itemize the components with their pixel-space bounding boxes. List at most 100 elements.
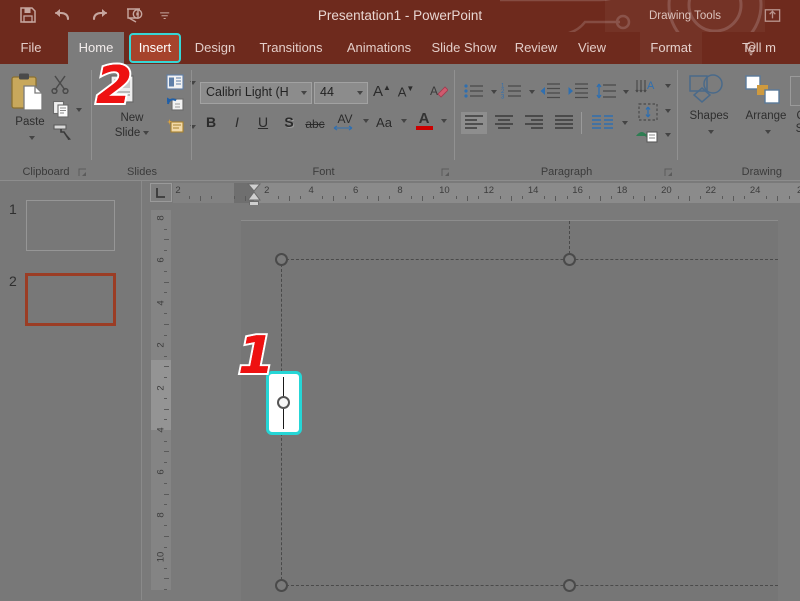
font-color-button[interactable]: A — [414, 110, 434, 130]
underline-button[interactable]: U — [254, 114, 272, 130]
tab-review[interactable]: Review — [508, 32, 564, 64]
columns-chevron-down-icon[interactable] — [622, 121, 628, 125]
align-text-chevron-down-icon[interactable] — [665, 109, 671, 113]
slide-thumbnail-pane[interactable]: 1 2 — [0, 181, 141, 600]
copy-icon[interactable] — [52, 100, 70, 118]
strikethrough-button[interactable]: abc — [302, 117, 328, 131]
ribbon-group-paragraph: 1 2 3 A — [455, 64, 678, 180]
bullets-chevron-down-icon[interactable] — [491, 90, 497, 94]
ruler-number: 8 — [156, 512, 167, 517]
paste-icon[interactable] — [10, 72, 44, 114]
new-slide-button[interactable]: New Slide — [100, 112, 164, 140]
pane-divider[interactable] — [141, 181, 142, 600]
change-case-button[interactable]: Aa — [372, 115, 396, 130]
bold-button[interactable]: B — [202, 114, 220, 130]
horizontal-ruler[interactable]: 2246810121416182022242 — [173, 183, 800, 203]
text-direction-icon[interactable]: A — [635, 78, 659, 98]
ruler-tick — [189, 196, 190, 199]
tab-file[interactable]: File — [10, 32, 52, 64]
placeholder-handle-top-left[interactable] — [275, 253, 288, 266]
cut-icon[interactable] — [50, 74, 70, 94]
convert-smartart-icon[interactable] — [635, 126, 659, 146]
grow-font-button[interactable]: A▲ — [372, 83, 392, 100]
format-painter-icon[interactable] — [52, 122, 72, 140]
ruler-tick — [164, 398, 167, 399]
chevron-down-icon[interactable] — [29, 136, 35, 140]
slide-surface[interactable] — [241, 220, 778, 601]
ruler-number: 6 — [156, 470, 167, 475]
change-case-chevron-down-icon[interactable] — [401, 119, 407, 123]
align-left-button[interactable] — [461, 112, 487, 134]
bullets-icon[interactable] — [463, 82, 485, 100]
tab-insert[interactable]: Insert — [129, 33, 181, 63]
placeholder-handle-bottom-center[interactable] — [563, 579, 576, 592]
placeholder-handle-top-center[interactable] — [563, 253, 576, 266]
chevron-down-icon[interactable] — [143, 131, 149, 135]
tell-me-box[interactable]: Tell m — [742, 32, 776, 64]
font-color-chevron-down-icon[interactable] — [441, 119, 447, 123]
copy-chevron-down-icon[interactable] — [76, 108, 82, 112]
quick-styles-button[interactable]: Q St — [786, 110, 800, 136]
share-icon[interactable] — [763, 6, 782, 25]
quick-styles-gallery[interactable] — [790, 76, 800, 106]
tab-insert-label: Insert — [131, 35, 179, 61]
convert-smartart-chevron-down-icon[interactable] — [665, 133, 671, 137]
text-direction-chevron-down-icon[interactable] — [665, 84, 671, 88]
chevron-down-icon[interactable] — [708, 130, 714, 134]
ruler-tick — [245, 196, 246, 201]
placeholder-handle-bottom-left[interactable] — [275, 579, 288, 592]
character-spacing-button[interactable]: AV — [332, 112, 358, 131]
ruler-number: 4 — [309, 185, 314, 196]
align-center-icon[interactable] — [493, 114, 515, 132]
tab-format[interactable]: Format — [640, 32, 702, 64]
shapes-icon[interactable] — [688, 74, 732, 108]
align-right-icon[interactable] — [523, 114, 545, 132]
italic-button[interactable]: I — [228, 114, 246, 130]
font-size-chevron-down-icon[interactable] — [357, 91, 363, 95]
section-icon[interactable] — [166, 118, 184, 134]
tab-view[interactable]: View — [569, 32, 615, 64]
columns-icon[interactable] — [591, 114, 615, 132]
shapes-button[interactable]: Shapes — [678, 110, 740, 139]
slide-thumbnail-1[interactable] — [26, 200, 115, 251]
ruler-tick — [478, 196, 479, 199]
hanging-indent-marker-icon[interactable] — [247, 191, 261, 201]
font-size-combobox[interactable]: 44 — [314, 82, 368, 104]
font-name-chevron-down-icon[interactable] — [301, 91, 307, 95]
font-dialog-launcher-icon[interactable] — [441, 168, 450, 177]
ruler-tick — [500, 196, 501, 199]
layout-icon[interactable] — [166, 74, 184, 90]
tab-animations[interactable]: Animations — [338, 32, 420, 64]
font-name-combobox[interactable]: Calibri Light (H — [200, 82, 312, 104]
clear-formatting-icon[interactable]: A — [428, 82, 448, 102]
ruler-tick — [234, 196, 235, 199]
vertical-ruler[interactable]: 8642246810 — [151, 210, 171, 590]
character-spacing-chevron-down-icon[interactable] — [363, 119, 369, 123]
reset-icon[interactable] — [166, 96, 184, 112]
ruler-tick — [164, 313, 167, 314]
slide-thumbnail-2[interactable] — [25, 273, 116, 326]
line-spacing-chevron-down-icon[interactable] — [623, 90, 629, 94]
arrange-label: Arrange — [746, 110, 787, 122]
increase-indent-icon[interactable] — [567, 82, 589, 100]
line-spacing-icon[interactable] — [595, 82, 617, 100]
shrink-font-button[interactable]: A▼ — [396, 84, 416, 99]
clipboard-dialog-launcher-icon[interactable] — [78, 168, 87, 177]
align-text-icon[interactable] — [637, 102, 659, 122]
justify-icon[interactable] — [553, 114, 575, 132]
numbering-chevron-down-icon[interactable] — [529, 90, 535, 94]
arrange-icon[interactable] — [744, 74, 782, 108]
rotation-handle[interactable] — [277, 396, 290, 409]
tab-transitions[interactable]: Transitions — [249, 32, 333, 64]
tab-stop-selector[interactable] — [150, 183, 172, 202]
ruler-tick — [164, 409, 169, 410]
chevron-down-icon[interactable] — [765, 130, 771, 134]
paste-button[interactable]: Paste — [0, 116, 60, 145]
decrease-indent-icon[interactable] — [539, 82, 561, 100]
tab-design[interactable]: Design — [186, 32, 244, 64]
numbering-icon[interactable]: 1 2 3 — [501, 82, 523, 100]
ruler-number: 20 — [661, 185, 672, 196]
text-shadow-button[interactable]: S — [280, 114, 298, 130]
tab-slide-show[interactable]: Slide Show — [425, 32, 503, 64]
ruler-number: 2 — [156, 385, 167, 390]
